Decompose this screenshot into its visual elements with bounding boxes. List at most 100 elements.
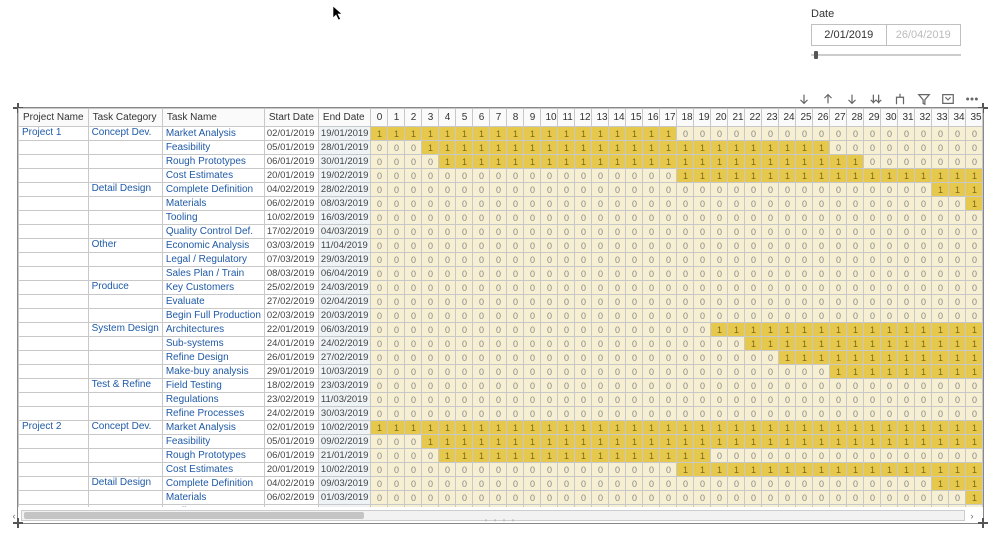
scroll-right-icon[interactable]: › bbox=[966, 510, 978, 521]
date-slicer[interactable]: Date 2/01/2019 26/04/2019 bbox=[811, 8, 961, 58]
slicer-slider[interactable] bbox=[811, 52, 961, 58]
cell-value: 0 bbox=[405, 295, 422, 309]
col-day[interactable]: 27 bbox=[830, 109, 847, 127]
col-day[interactable]: 2 bbox=[405, 109, 422, 127]
slicer-from[interactable]: 2/01/2019 bbox=[812, 25, 887, 45]
col-day[interactable]: 32 bbox=[915, 109, 932, 127]
table-row[interactable]: Materials06/02/201908/03/201900000000000… bbox=[19, 197, 984, 211]
cell-start: 27/02/2019 bbox=[264, 295, 318, 309]
col-day[interactable]: 19 bbox=[694, 109, 711, 127]
table-row[interactable]: Tooling10/02/201917/03/20190000000000000… bbox=[19, 505, 984, 508]
gantt-matrix-table[interactable]: Project Name Task Category Task Name Sta… bbox=[18, 108, 983, 507]
more-options-icon[interactable] bbox=[965, 92, 979, 106]
col-end[interactable]: End Date bbox=[318, 109, 371, 127]
table-row[interactable]: Rough Prototypes06/01/201930/01/20190000… bbox=[19, 155, 984, 169]
col-day[interactable]: 3 bbox=[422, 109, 439, 127]
col-day[interactable]: 23 bbox=[762, 109, 779, 127]
col-project[interactable]: Project Name bbox=[19, 109, 89, 127]
col-day[interactable]: 16 bbox=[643, 109, 660, 127]
col-day[interactable]: 24 bbox=[779, 109, 796, 127]
table-row[interactable]: Begin Full Production02/03/201920/03/201… bbox=[19, 309, 984, 323]
table-row[interactable]: Feasibility05/01/201909/02/2019000111111… bbox=[19, 435, 984, 449]
table-row[interactable]: Cost Estimates20/01/201910/02/2019000000… bbox=[19, 463, 984, 477]
col-day[interactable]: 5 bbox=[456, 109, 473, 127]
col-day[interactable]: 17 bbox=[660, 109, 677, 127]
table-row[interactable]: OtherEconomic Analysis03/03/201911/04/20… bbox=[19, 239, 984, 253]
table-row[interactable]: Evaluate27/02/201902/04/2019000000000000… bbox=[19, 295, 984, 309]
col-day[interactable]: 20 bbox=[711, 109, 728, 127]
table-row[interactable]: Project 1Concept Dev.Market Analysis02/0… bbox=[19, 127, 984, 141]
resize-corner-br[interactable] bbox=[978, 518, 988, 528]
scrollbar-thumb[interactable] bbox=[24, 512, 364, 519]
col-day[interactable]: 11 bbox=[558, 109, 575, 127]
drill-on-icon[interactable] bbox=[797, 92, 811, 106]
col-day[interactable]: 8 bbox=[507, 109, 524, 127]
slicer-to[interactable]: 26/04/2019 bbox=[887, 25, 961, 45]
col-day[interactable]: 26 bbox=[813, 109, 830, 127]
cell-value: 0 bbox=[558, 351, 575, 365]
cell-value: 0 bbox=[745, 281, 762, 295]
col-day[interactable]: 34 bbox=[949, 109, 966, 127]
slider-handle[interactable] bbox=[814, 51, 818, 59]
col-day[interactable]: 0 bbox=[371, 109, 388, 127]
col-day[interactable]: 12 bbox=[575, 109, 592, 127]
table-row[interactable]: Rough Prototypes06/01/201921/01/20190000… bbox=[19, 449, 984, 463]
col-day[interactable]: 7 bbox=[490, 109, 507, 127]
col-day[interactable]: 35 bbox=[966, 109, 983, 127]
table-row[interactable]: Refine Processes24/02/201930/03/20190000… bbox=[19, 407, 984, 421]
table-row[interactable]: Cost Estimates20/01/201919/02/2019000000… bbox=[19, 169, 984, 183]
cell-value: 1 bbox=[745, 169, 762, 183]
col-start[interactable]: Start Date bbox=[264, 109, 318, 127]
table-row[interactable]: Detail DesignComplete Definition04/02/20… bbox=[19, 477, 984, 491]
table-row[interactable]: Quality Control Def.17/02/201904/03/2019… bbox=[19, 225, 984, 239]
table-row[interactable]: Detail DesignComplete Definition04/02/20… bbox=[19, 183, 984, 197]
col-day[interactable]: 18 bbox=[677, 109, 694, 127]
hierarchy-icon[interactable] bbox=[893, 92, 907, 106]
cell-value: 0 bbox=[371, 211, 388, 225]
table-row[interactable]: Feasibility05/01/201928/01/2019000111111… bbox=[19, 141, 984, 155]
table-row[interactable]: ProduceKey Customers25/02/201924/03/2019… bbox=[19, 281, 984, 295]
table-row[interactable]: Test & RefineField Testing18/02/201923/0… bbox=[19, 379, 984, 393]
table-row[interactable]: Tooling10/02/201916/03/20190000000000000… bbox=[19, 211, 984, 225]
cell-value: 1 bbox=[779, 351, 796, 365]
table-row[interactable]: System DesignArchitectures22/01/201906/0… bbox=[19, 323, 984, 337]
col-day[interactable]: 13 bbox=[592, 109, 609, 127]
drill-down-icon[interactable] bbox=[845, 92, 859, 106]
table-row[interactable]: Make-buy analysis29/01/201910/03/2019000… bbox=[19, 365, 984, 379]
matrix-visual[interactable]: Project Name Task Category Task Name Sta… bbox=[17, 107, 984, 524]
col-day[interactable]: 9 bbox=[524, 109, 541, 127]
cell-project bbox=[19, 491, 89, 505]
col-day[interactable]: 4 bbox=[439, 109, 456, 127]
filter-icon[interactable] bbox=[917, 92, 931, 106]
col-day[interactable]: 31 bbox=[898, 109, 915, 127]
table-row[interactable]: Legal / Regulatory07/03/201929/03/201900… bbox=[19, 253, 984, 267]
focus-mode-icon[interactable] bbox=[941, 92, 955, 106]
col-day[interactable]: 15 bbox=[626, 109, 643, 127]
col-day[interactable]: 14 bbox=[609, 109, 626, 127]
drill-up-icon[interactable] bbox=[821, 92, 835, 106]
col-day[interactable]: 1 bbox=[388, 109, 405, 127]
col-task[interactable]: Task Name bbox=[162, 109, 264, 127]
col-day[interactable]: 21 bbox=[728, 109, 745, 127]
table-row[interactable]: Regulations23/02/201911/03/2019000000000… bbox=[19, 393, 984, 407]
col-day[interactable]: 28 bbox=[847, 109, 864, 127]
table-row[interactable]: Project 2Concept Dev.Market Analysis02/0… bbox=[19, 421, 984, 435]
cell-category bbox=[88, 337, 162, 351]
col-day[interactable]: 30 bbox=[881, 109, 898, 127]
table-row[interactable]: Materials06/02/201901/03/201900000000000… bbox=[19, 491, 984, 505]
col-day[interactable]: 33 bbox=[932, 109, 949, 127]
table-row[interactable]: Sales Plan / Train08/03/201906/04/201900… bbox=[19, 267, 984, 281]
expand-down-icon[interactable] bbox=[869, 92, 883, 106]
col-day[interactable]: 22 bbox=[745, 109, 762, 127]
table-row[interactable]: Refine Design26/01/201927/02/20190000000… bbox=[19, 351, 984, 365]
scroll-left-icon[interactable]: ‹ bbox=[8, 510, 20, 521]
cell-task: Cost Estimates bbox=[162, 463, 264, 477]
cell-task: Field Testing bbox=[162, 379, 264, 393]
col-day[interactable]: 25 bbox=[796, 109, 813, 127]
table-row[interactable]: Sub-systems24/01/201924/02/2019000000000… bbox=[19, 337, 984, 351]
col-day[interactable]: 10 bbox=[541, 109, 558, 127]
col-day[interactable]: 6 bbox=[473, 109, 490, 127]
resize-grip-icon[interactable]: • • • • bbox=[485, 516, 517, 525]
col-day[interactable]: 29 bbox=[864, 109, 881, 127]
col-category[interactable]: Task Category bbox=[88, 109, 162, 127]
